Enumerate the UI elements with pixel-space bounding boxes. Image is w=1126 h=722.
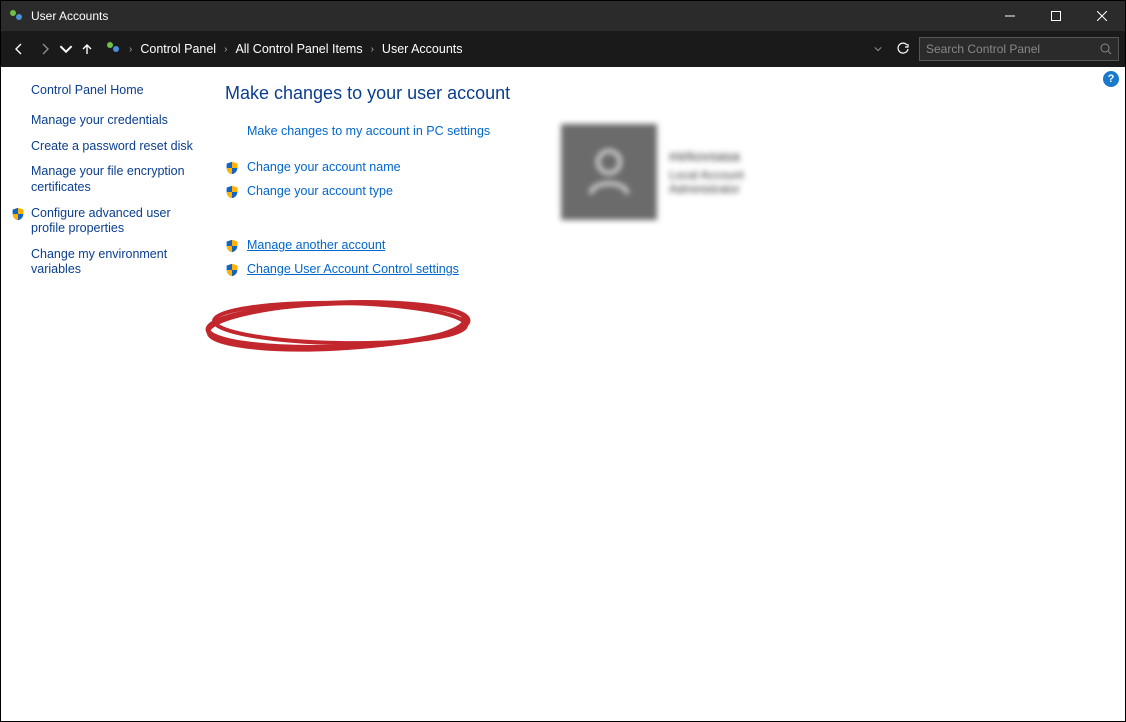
breadcrumb-item[interactable]: Control Panel: [140, 42, 216, 56]
sidebar-item-label: Create a password reset disk: [31, 139, 201, 155]
link-row: Manage another account: [225, 238, 1105, 252]
shield-icon: [225, 161, 239, 175]
sidebar-item-label: Manage your credentials: [31, 113, 201, 129]
search-icon: [1100, 43, 1112, 55]
sidebar: Control Panel Home Manage your credentia…: [1, 67, 211, 721]
chevron-right-icon: ›: [371, 44, 374, 55]
link-manage-another[interactable]: Manage another account: [247, 238, 385, 252]
refresh-button[interactable]: [891, 42, 915, 56]
shield-icon: [225, 239, 239, 253]
forward-button[interactable]: [33, 37, 57, 61]
link-row: Change User Account Control settings: [225, 262, 1105, 276]
link-change-name[interactable]: Change your account name: [247, 160, 401, 174]
link-change-type[interactable]: Change your account type: [247, 184, 393, 198]
breadcrumb[interactable]: › Control Panel › All Control Panel Item…: [105, 40, 871, 59]
sidebar-item-label: Manage your file encryption certificates: [31, 164, 201, 195]
link-pc-settings[interactable]: Make changes to my account in PC setting…: [247, 124, 490, 138]
sidebar-item-env-vars[interactable]: Change my environment variables: [31, 247, 201, 278]
main-panel: Make changes to your user account Make c…: [211, 67, 1125, 721]
sidebar-item-reset-disk[interactable]: Create a password reset disk: [31, 139, 201, 155]
window-title: User Accounts: [31, 9, 987, 23]
user-type: Local Account: [669, 168, 744, 182]
annotation-circle: [198, 295, 478, 355]
search-placeholder: Search Control Panel: [926, 42, 1100, 56]
user-name: mirkovsasa: [669, 148, 744, 164]
sidebar-item-encryption[interactable]: Manage your file encryption certificates: [31, 164, 201, 195]
nav-bar: › Control Panel › All Control Panel Item…: [1, 31, 1125, 67]
maximize-button[interactable]: [1033, 1, 1079, 31]
user-info: mirkovsasa Local Account Administrator: [669, 148, 744, 196]
close-button[interactable]: [1079, 1, 1125, 31]
user-role: Administrator: [669, 182, 744, 196]
content-area: ? Control Panel Home Manage your credent…: [1, 67, 1125, 721]
app-icon: [8, 8, 24, 24]
page-title: Make changes to your user account: [225, 83, 1105, 104]
breadcrumb-item[interactable]: All Control Panel Items: [235, 42, 362, 56]
sidebar-item-label: Configure advanced user profile properti…: [31, 206, 201, 237]
user-card: mirkovsasa Local Account Administrator: [561, 117, 811, 227]
sidebar-item-credentials[interactable]: Manage your credentials: [31, 113, 201, 129]
link-uac-settings[interactable]: Change User Account Control settings: [247, 262, 459, 276]
up-button[interactable]: [75, 37, 99, 61]
titlebar: User Accounts: [1, 1, 1125, 31]
sidebar-item-advanced-profile[interactable]: Configure advanced user profile properti…: [31, 206, 201, 237]
chevron-right-icon: ›: [129, 44, 132, 55]
back-button[interactable]: [7, 37, 31, 61]
chevron-right-icon: ›: [224, 44, 227, 55]
shield-icon: [225, 185, 239, 199]
control-panel-home-link[interactable]: Control Panel Home: [31, 83, 201, 97]
shield-icon: [225, 263, 239, 277]
search-input[interactable]: Search Control Panel: [919, 37, 1119, 61]
shield-icon: [11, 207, 25, 221]
address-dropdown[interactable]: [873, 42, 887, 56]
breadcrumb-icon: [105, 40, 121, 59]
recent-dropdown[interactable]: [59, 37, 73, 61]
breadcrumb-item[interactable]: User Accounts: [382, 42, 463, 56]
sidebar-item-label: Change my environment variables: [31, 247, 201, 278]
avatar: [561, 124, 657, 220]
minimize-button[interactable]: [987, 1, 1033, 31]
